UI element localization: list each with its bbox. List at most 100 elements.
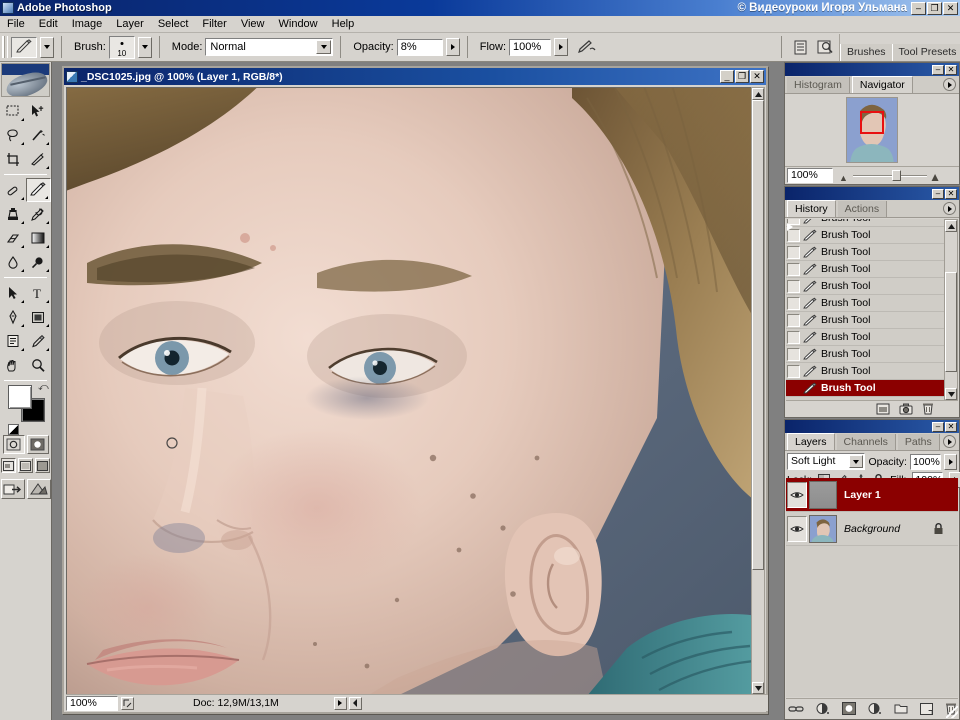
- tool-crop[interactable]: [0, 147, 26, 171]
- menu-help[interactable]: Help: [325, 17, 362, 31]
- default-colors-icon[interactable]: [8, 424, 19, 435]
- blend-mode-select-layers[interactable]: Soft Light: [787, 453, 866, 470]
- layer-row[interactable]: Background: [786, 512, 958, 546]
- tool-preset-picker-button[interactable]: [40, 36, 54, 58]
- layers-minimize-button[interactable]: –: [932, 421, 944, 432]
- tool-rectangle-shape[interactable]: [26, 305, 52, 329]
- navigator-minimize-button[interactable]: –: [932, 64, 944, 75]
- tool-healing-brush[interactable]: [0, 178, 26, 202]
- tab-history[interactable]: History: [787, 200, 836, 217]
- navigator-slider-knob[interactable]: [892, 169, 902, 181]
- create-document-from-state-icon[interactable]: [876, 403, 890, 415]
- brush-picker-button[interactable]: [137, 36, 152, 58]
- new-group-icon[interactable]: [894, 703, 908, 714]
- flow-slider-button[interactable]: [554, 38, 569, 56]
- history-state-item[interactable]: Brush Tool: [786, 329, 946, 346]
- history-minimize-button[interactable]: –: [932, 188, 944, 199]
- new-layer-icon[interactable]: [919, 702, 933, 715]
- layer-row-selected[interactable]: Layer 1: [786, 478, 958, 512]
- tool-brush[interactable]: [25, 178, 51, 202]
- tool-notes[interactable]: [0, 329, 26, 353]
- status-play-button[interactable]: [333, 696, 347, 710]
- history-vertical-scrollbar[interactable]: [944, 219, 958, 401]
- tool-blur[interactable]: [0, 250, 26, 274]
- history-state-item[interactable]: Brush Tool: [786, 363, 946, 380]
- tool-path-selection[interactable]: [0, 281, 26, 305]
- history-state-item[interactable]: Brush Tool: [786, 312, 946, 329]
- history-state-item[interactable]: Brush Tool: [786, 261, 946, 278]
- navigator-close-button[interactable]: ✕: [945, 64, 957, 75]
- tool-move[interactable]: [26, 99, 52, 123]
- opacity-slider-button[interactable]: [445, 38, 460, 56]
- menu-layer[interactable]: Layer: [109, 17, 151, 31]
- tab-histogram[interactable]: Histogram: [787, 77, 850, 93]
- history-scroll-down-button[interactable]: [945, 388, 957, 400]
- opacity-input[interactable]: 8%: [396, 38, 443, 56]
- image-canvas[interactable]: [66, 87, 754, 695]
- blend-mode-select[interactable]: Normal: [205, 38, 334, 56]
- zoom-level-input[interactable]: 100%: [66, 695, 118, 711]
- history-state-item[interactable]: Brush Tool: [786, 219, 946, 227]
- tab-paths[interactable]: Paths: [897, 434, 940, 450]
- navigator-panel-title-bar[interactable]: – ✕: [785, 63, 959, 76]
- jump-to-imageready-icon[interactable]: [0, 479, 25, 499]
- flow-input[interactable]: 100%: [509, 38, 552, 56]
- layer-thumbnail[interactable]: [809, 514, 837, 543]
- history-scroll-thumb[interactable]: [945, 272, 957, 372]
- current-tool-preview-icon[interactable]: [11, 36, 37, 58]
- brush-preset-swatch[interactable]: 10: [108, 35, 135, 59]
- tool-dodge[interactable]: [26, 250, 52, 274]
- history-state-item-selected[interactable]: Brush Tool: [786, 223, 946, 397]
- blend-mode-dropdown-button[interactable]: [316, 40, 332, 54]
- imageready-app-icon[interactable]: [26, 479, 51, 499]
- standard-mode-icon[interactable]: [2, 435, 25, 454]
- history-state-item[interactable]: Brush Tool: [786, 244, 946, 261]
- history-state-item[interactable]: Brush Tool: [786, 346, 946, 363]
- status-preview-toggle-icon[interactable]: [121, 696, 134, 710]
- layer-visibility-toggle[interactable]: [787, 481, 807, 508]
- layers-panel-menu-icon[interactable]: [943, 435, 956, 448]
- add-layer-style-icon[interactable]: [816, 702, 830, 715]
- canvas-vertical-scrollbar[interactable]: [751, 87, 765, 695]
- tool-slice[interactable]: [26, 147, 52, 171]
- history-panel-title-bar[interactable]: – ✕: [785, 187, 959, 200]
- toggle-brushes-palette-icon[interactable]: [789, 36, 812, 58]
- minimize-button[interactable]: –: [911, 1, 926, 15]
- foreground-color-swatch[interactable]: [8, 385, 32, 409]
- document-minimize-button[interactable]: _: [720, 70, 734, 83]
- zoom-out-mountain-icon[interactable]: ▲: [839, 173, 848, 183]
- history-close-button[interactable]: ✕: [945, 188, 957, 199]
- menu-view[interactable]: View: [234, 17, 272, 31]
- document-maximize-button[interactable]: ❐: [735, 70, 749, 83]
- tab-navigator[interactable]: Navigator: [851, 76, 913, 93]
- tool-lasso[interactable]: [0, 123, 26, 147]
- menu-file[interactable]: File: [0, 17, 32, 31]
- create-snapshot-icon[interactable]: [899, 403, 913, 415]
- scroll-up-button[interactable]: [752, 88, 764, 100]
- tool-zoom[interactable]: [26, 353, 52, 377]
- tab-actions[interactable]: Actions: [837, 201, 888, 217]
- tool-magic-wand[interactable]: [26, 123, 52, 147]
- history-state-item[interactable]: Brush Tool: [786, 295, 946, 312]
- standard-screen-mode-icon[interactable]: [1, 458, 16, 473]
- history-source-checkbox[interactable]: [787, 279, 800, 293]
- history-source-checkbox[interactable]: [787, 364, 800, 378]
- document-title-bar[interactable]: _DSC1025.jpg @ 100% (Layer 1, RGB/8*) _ …: [64, 68, 766, 85]
- tool-clone-stamp[interactable]: [0, 202, 26, 226]
- document-close-button[interactable]: ✕: [750, 70, 764, 83]
- tool-eyedropper[interactable]: [26, 329, 52, 353]
- navigator-slider-track[interactable]: [853, 174, 927, 177]
- navigator-view-box[interactable]: [860, 111, 884, 134]
- tool-history-brush[interactable]: [26, 202, 52, 226]
- palette-well-tab-tool-presets[interactable]: Tool Presets: [891, 43, 960, 61]
- scroll-down-button[interactable]: [752, 682, 764, 694]
- history-state-item[interactable]: Brush Tool: [786, 227, 946, 244]
- tool-gradient[interactable]: [26, 226, 52, 250]
- navigator-zoom-input[interactable]: 100%: [787, 167, 833, 183]
- menu-filter[interactable]: Filter: [195, 17, 233, 31]
- layers-panel-resize-grip[interactable]: [946, 706, 958, 718]
- navigator-zoom-slider[interactable]: ▲ ▲: [837, 168, 943, 184]
- layers-close-button[interactable]: ✕: [945, 421, 957, 432]
- menu-edit[interactable]: Edit: [32, 17, 65, 31]
- file-browser-icon[interactable]: [814, 36, 837, 58]
